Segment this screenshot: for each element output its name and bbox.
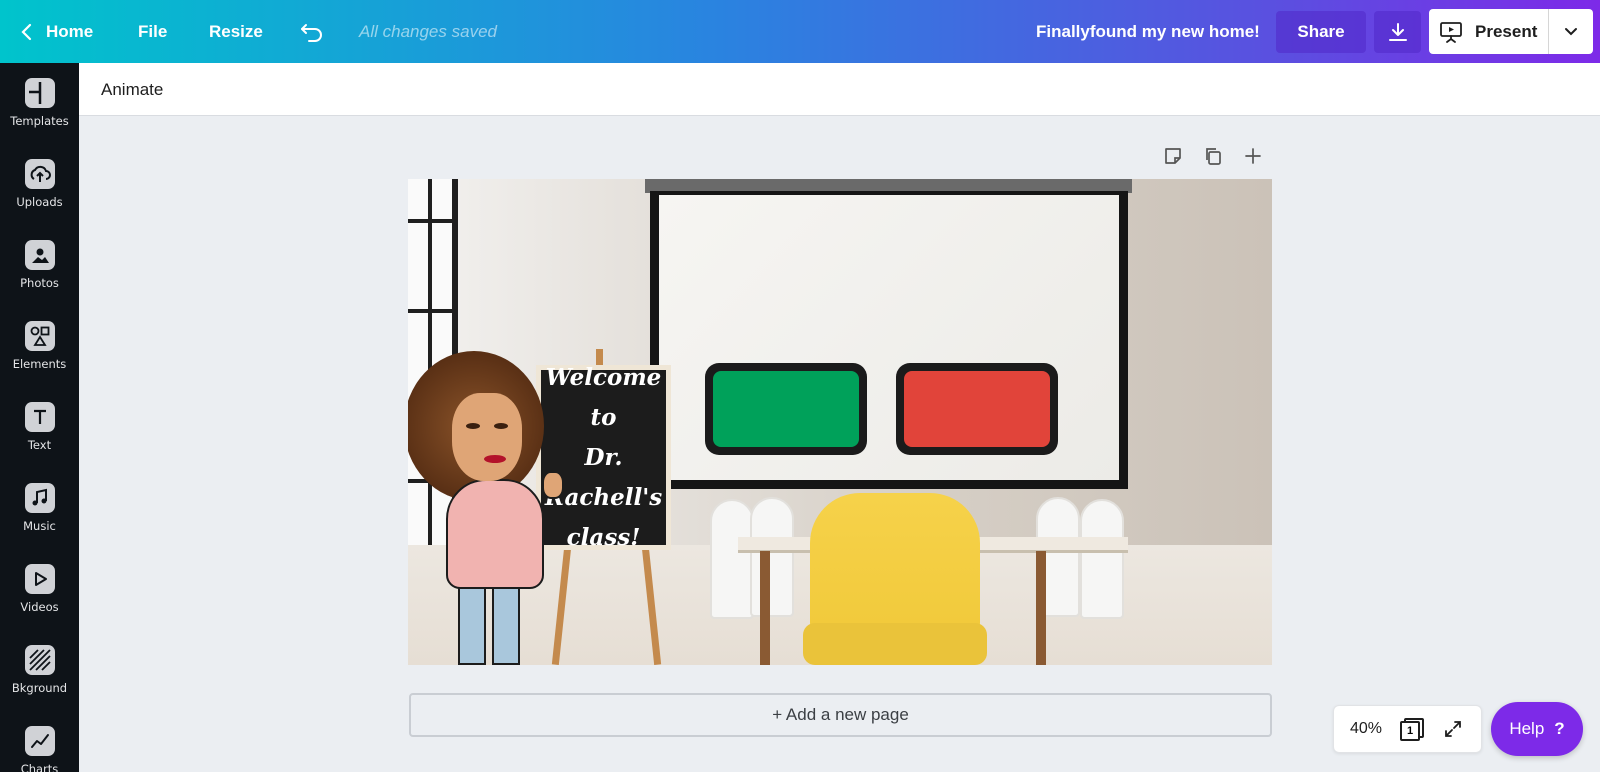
welcome-sign-text: Welcome to Dr. Rachell's class! [545,358,662,558]
page-tools [1163,146,1263,166]
top-bar: Home File Resize All changes saved Final… [0,0,1600,63]
sidebar-label-templates: Templates [10,114,69,128]
sidebar-label-videos: Videos [20,600,59,614]
play-icon [24,564,55,594]
sidebar-item-music[interactable]: Music [0,468,79,549]
sidebar-item-background[interactable]: Bkground [0,630,79,711]
sidebar-label-photos: Photos [20,276,59,290]
sidebar-label-music: Music [23,519,56,533]
download-icon [1388,23,1407,41]
background-pattern-icon [24,645,55,675]
add-notes-button[interactable] [1163,146,1183,166]
expand-icon [1445,721,1461,737]
animate-button[interactable]: Animate [101,63,163,116]
avatar-face [452,393,522,481]
sidebar-label-elements: Elements [12,357,67,371]
save-status: All changes saved [359,21,497,41]
white-chair [750,497,794,617]
shapes-icon [24,321,55,351]
present-options-button[interactable] [1548,9,1593,54]
avatar-hand [542,471,564,499]
add-new-page-button[interactable]: + Add a new page [409,693,1272,737]
present-label: Present [1475,21,1538,41]
yellow-chair-seat [803,623,987,665]
plus-icon [1245,148,1261,164]
sign-line: Welcome to [545,363,662,431]
avatar-hoodie [446,479,544,589]
home-button[interactable]: Home [20,0,93,63]
sidebar-item-charts[interactable]: Charts [0,711,79,772]
question-mark-icon: ? [1554,719,1565,738]
add-page-button[interactable] [1243,146,1263,166]
fullscreen-button[interactable] [1442,718,1464,740]
table-leg [760,551,770,665]
table-leg [1036,551,1046,665]
present-control: Present [1429,9,1593,54]
undo-button[interactable] [300,0,324,63]
sign-line: class! [566,523,641,551]
sidebar-item-elements[interactable]: Elements [0,306,79,387]
white-chair [1080,499,1124,619]
chevron-down-icon [1565,27,1577,35]
welcome-sign[interactable]: Welcome to Dr. Rachell's class! [536,364,671,551]
download-button[interactable] [1374,11,1421,53]
red-button-shape[interactable] [896,363,1058,455]
green-button-shape[interactable] [705,363,867,455]
chart-line-icon [24,726,55,756]
file-menu-button[interactable]: File [138,0,167,63]
design-canvas[interactable]: Welcome to Dr. Rachell's class! [408,179,1272,665]
undo-icon [301,23,322,42]
music-note-icon [24,483,55,513]
page-grid-button[interactable]: 1 [1400,718,1424,741]
sidebar-item-templates[interactable]: Templates [0,63,79,144]
white-chair [710,499,754,619]
design-title[interactable]: Finallyfound my new home! [1036,0,1260,63]
templates-icon [24,78,55,108]
help-button[interactable]: Help ? [1491,702,1583,756]
help-label: Help [1509,719,1545,738]
present-button[interactable]: Present [1429,9,1548,54]
home-label: Home [46,21,94,41]
zoom-level[interactable]: 40% [1334,720,1398,738]
chevron-left-icon [21,23,32,40]
sidebar-item-photos[interactable]: Photos [0,225,79,306]
presentation-icon [1440,21,1462,43]
duplicate-page-button[interactable] [1203,146,1223,166]
yellow-chair [810,493,980,643]
sidebar-item-uploads[interactable]: Uploads [0,144,79,225]
resize-button[interactable]: Resize [209,0,263,63]
note-icon [1165,148,1181,164]
sidebar-item-videos[interactable]: Videos [0,549,79,630]
page-count-value: 1 [1400,721,1420,741]
avatar-leg [492,581,520,665]
zoom-controls: 40% 1 [1333,705,1482,753]
sign-line: Dr. [584,443,623,471]
avatar-lips [484,455,506,463]
sidebar-label-background: Bkground [11,681,68,695]
sidebar-label-uploads: Uploads [16,195,63,209]
share-button[interactable]: Share [1276,11,1366,53]
sidebar: Templates Uploads Photos Elements Text M… [0,63,79,772]
sidebar-label-text: Text [27,438,52,452]
avatar-leg [458,581,486,665]
text-icon [24,402,55,432]
sidebar-label-charts: Charts [20,762,59,772]
upload-cloud-icon [24,159,55,189]
copy-icon [1206,148,1221,165]
photo-icon [24,240,55,270]
sidebar-item-text[interactable]: Text [0,387,79,468]
editor-toolbar: Animate [79,63,1600,116]
